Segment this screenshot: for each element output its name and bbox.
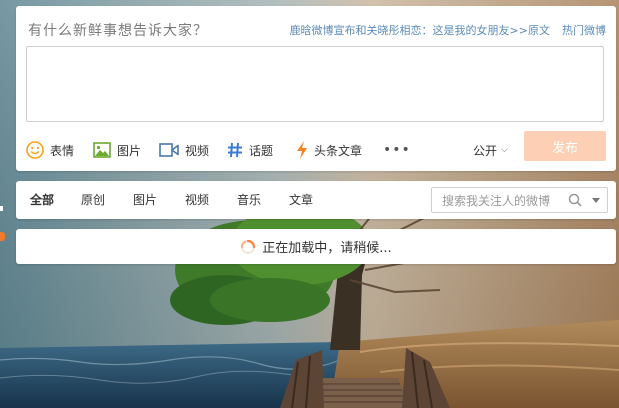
hashtag-icon xyxy=(228,142,242,158)
emoji-button[interactable]: 表情 xyxy=(26,137,74,163)
feed-filter-bar: 全部 原创 图片 视频 音乐 文章 xyxy=(16,181,616,219)
emoji-label: 表情 xyxy=(50,143,75,158)
loading-text: 正在加载中，请稍候... xyxy=(262,241,392,256)
feed-loading: 正在加载中，请稍候... xyxy=(16,229,616,264)
more-options-button[interactable]: ••• xyxy=(383,137,411,163)
hot-topic-bar: 鹿晗微博宣布和关晓彤相恋：这是我的女朋友>>原文 热门微博 xyxy=(290,22,606,38)
image-icon xyxy=(93,142,111,158)
visibility-label: 公开 xyxy=(473,143,498,158)
hot-weibo-link[interactable]: 热门微博 xyxy=(562,24,606,37)
headline-article-label: 头条文章 xyxy=(314,143,363,158)
left-edge-fragment xyxy=(0,206,3,211)
post-composer: 有什么新鲜事想告诉大家？ 鹿晗微博宣布和关晓彤相恋：这是我的女朋友>>原文 热门微… xyxy=(16,6,616,171)
search-icon[interactable] xyxy=(568,193,582,207)
topic-button[interactable]: 话题 xyxy=(227,137,273,163)
image-label: 图片 xyxy=(117,143,142,158)
emoji-icon xyxy=(26,141,44,159)
tab-images[interactable]: 图片 xyxy=(133,181,157,219)
tab-articles[interactable]: 文章 xyxy=(289,181,313,219)
visibility-selector[interactable]: 公开 ⌵ xyxy=(473,137,508,163)
left-edge-badge xyxy=(0,232,5,241)
headline-article-button[interactable]: 头条文章 xyxy=(296,137,362,163)
composer-toolbar: 表情 图片 视频 话题 头条文章 ••• 公开 ⌵ 发布 xyxy=(26,131,606,163)
tab-all[interactable]: 全部 xyxy=(30,181,54,219)
image-button[interactable]: 图片 xyxy=(93,137,141,163)
search-dropdown-icon[interactable] xyxy=(592,198,600,203)
publish-button[interactable]: 发布 xyxy=(524,131,606,161)
tab-videos[interactable]: 视频 xyxy=(185,181,209,219)
feed-search-box xyxy=(431,187,608,213)
feed-search-input[interactable] xyxy=(440,191,564,211)
video-label: 视频 xyxy=(185,143,210,158)
video-button[interactable]: 视频 xyxy=(159,137,209,163)
tab-music[interactable]: 音乐 xyxy=(237,181,261,219)
composer-prompt: 有什么新鲜事想告诉大家？ xyxy=(28,23,208,39)
loading-spinner-icon xyxy=(241,239,256,254)
lightning-icon xyxy=(297,141,307,159)
chevron-down-icon: ⌵ xyxy=(501,145,508,155)
hot-topic-link[interactable]: 鹿晗微博宣布和关晓彤相恋：这是我的女朋友>>原文 xyxy=(290,24,550,37)
topic-label: 话题 xyxy=(249,143,274,158)
tab-original[interactable]: 原创 xyxy=(81,181,105,219)
video-icon xyxy=(159,143,179,157)
post-textarea[interactable] xyxy=(26,46,604,122)
